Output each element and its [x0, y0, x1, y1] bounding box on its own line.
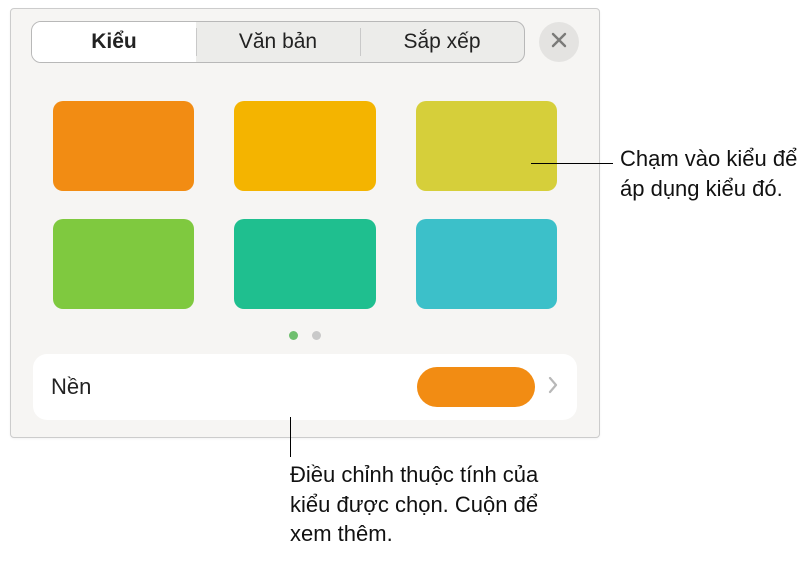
callout-line-right [531, 163, 613, 164]
page-indicator [11, 319, 599, 348]
style-swatch-teal[interactable] [234, 219, 375, 309]
style-swatch-amber[interactable] [234, 101, 375, 191]
tab-arrange-label: Sắp xếp [403, 30, 480, 54]
page-dot-1[interactable] [289, 331, 298, 340]
close-button[interactable] [539, 22, 579, 62]
style-swatch-grid [11, 73, 599, 319]
style-swatch-orange[interactable] [53, 101, 194, 191]
tab-text[interactable]: Văn bản [196, 22, 360, 62]
chevron-right-icon [547, 375, 559, 400]
callout-line-bottom [290, 417, 291, 457]
format-panel: Kiểu Văn bản Sắp xếp Nền [10, 8, 600, 438]
style-swatch-cyan[interactable] [416, 219, 557, 309]
tab-style-label: Kiểu [91, 30, 137, 54]
background-label: Nền [51, 374, 405, 400]
topbar: Kiểu Văn bản Sắp xếp [11, 9, 599, 73]
tab-arrange[interactable]: Sắp xếp [360, 22, 524, 62]
style-swatch-olive[interactable] [416, 101, 557, 191]
style-swatch-green[interactable] [53, 219, 194, 309]
tab-text-label: Văn bản [239, 30, 317, 54]
callout-right: Chạm vào kiểu để áp dụng kiểu đó. [620, 144, 798, 203]
background-swatch [417, 367, 535, 407]
background-row[interactable]: Nền [33, 354, 577, 420]
callout-bottom: Điều chỉnh thuộc tính của kiểu được chọn… [290, 460, 550, 549]
tab-style[interactable]: Kiểu [32, 22, 196, 62]
page-dot-2[interactable] [312, 331, 321, 340]
close-icon [550, 31, 568, 54]
segmented-control: Kiểu Văn bản Sắp xếp [31, 21, 525, 63]
